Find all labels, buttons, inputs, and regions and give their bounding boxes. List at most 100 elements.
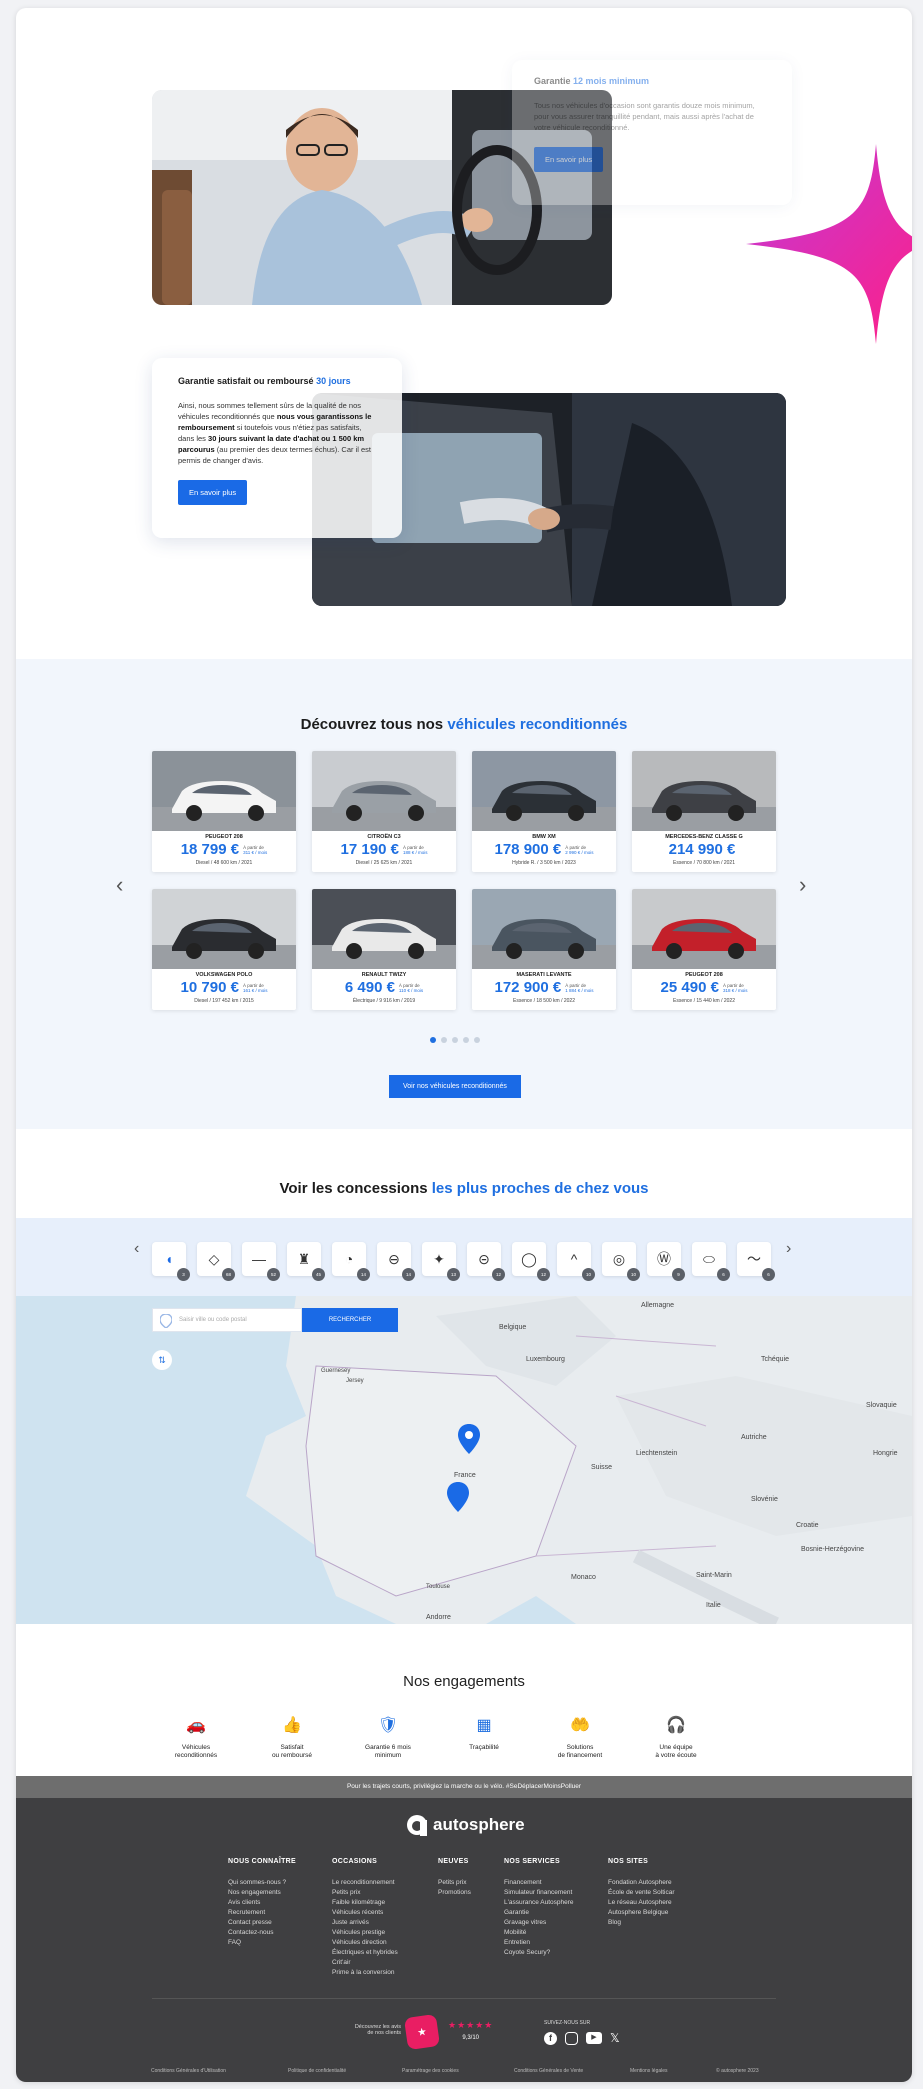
footer-link[interactable]: Autosphere Belgique bbox=[608, 1909, 674, 1917]
x-twitter-icon[interactable]: 𝕏 bbox=[610, 2032, 620, 2045]
brand-filter[interactable]: —52 bbox=[242, 1242, 280, 1281]
footer-link[interactable]: Véhicules récents bbox=[332, 1909, 398, 1917]
vehicle-card[interactable]: RENAULT TWIZY 6 490 € À partir de 110 € / m… bbox=[312, 889, 456, 1010]
concessions-map[interactable]: Allemagne Belgique Luxembourg Tchéquie S… bbox=[16, 1296, 912, 1624]
engagement-label: Une équipe à votre écoute bbox=[655, 1744, 697, 1759]
carousel-pagination bbox=[430, 1037, 480, 1043]
brand-filter[interactable]: ^ 10 bbox=[557, 1242, 595, 1281]
footer-link[interactable]: Recrutement bbox=[228, 1909, 296, 1917]
vehicle-photo bbox=[632, 889, 776, 969]
footer-link[interactable]: Véhicules prestige bbox=[332, 1929, 398, 1937]
footer-link[interactable]: Financement bbox=[504, 1879, 574, 1887]
footer-link[interactable]: Simulateur financement bbox=[504, 1889, 574, 1897]
brand-filter[interactable]: ◯ 12 bbox=[512, 1242, 550, 1281]
brand-filter[interactable]: ⬭ 6 bbox=[692, 1242, 730, 1281]
location-search-input[interactable]: Saisir ville ou code postal bbox=[152, 1308, 302, 1332]
toyota-logo-icon: ◎ bbox=[612, 1251, 626, 1267]
brand-filter[interactable]: 〜 6 bbox=[737, 1242, 775, 1281]
vehicle-card[interactable]: PEUGEOT 208 18 799 € À partir de 311 € / mo… bbox=[152, 751, 296, 872]
map-pin-icon[interactable] bbox=[458, 1424, 480, 1454]
vehicle-card[interactable]: BMW XM 178 900 € À partir de 2 990 € / mois… bbox=[472, 751, 616, 872]
legal-link[interactable]: Conditions Générales de Vente bbox=[514, 2068, 583, 2074]
legal-link[interactable]: © autosphere 2023 bbox=[716, 2068, 759, 2074]
footer-link[interactable]: L'assurance Autosphere bbox=[504, 1899, 574, 1907]
footer-link[interactable]: Électriques et hybrides bbox=[332, 1949, 398, 1957]
map-label-jersey: Jersey bbox=[346, 1378, 364, 1384]
guarantee-12-more-button[interactable]: En savoir plus bbox=[534, 147, 604, 172]
footer-link[interactable]: Gravage vitres bbox=[504, 1919, 574, 1927]
brand-filter[interactable]: ◖ 3 bbox=[152, 1242, 190, 1281]
footer-link[interactable]: Contact presse bbox=[228, 1919, 296, 1927]
legal-link[interactable]: Mentions légales bbox=[630, 2068, 668, 2074]
pagination-dot[interactable] bbox=[452, 1037, 458, 1043]
guarantee-30-more-button[interactable]: En savoir plus bbox=[178, 480, 248, 505]
vehicle-card[interactable]: MASERATI LEVANTE 172 900 € À partir de 1 88… bbox=[472, 889, 616, 1010]
see-vehicles-button[interactable]: Voir nos véhicules reconditionnés bbox=[389, 1075, 521, 1098]
brand-filter[interactable]: ◔ 14 bbox=[332, 1242, 370, 1281]
pagination-dot[interactable] bbox=[463, 1037, 469, 1043]
guarantee-12-text: Tous nos véhicules d'occasion sont garan… bbox=[534, 101, 755, 132]
brand-filter[interactable]: ◇ 68 bbox=[197, 1242, 235, 1281]
vehicle-details: Diesel / 48 600 km / 2021 bbox=[195, 860, 253, 866]
footer-link[interactable]: Mobilité bbox=[504, 1929, 574, 1937]
pagination-dot[interactable] bbox=[441, 1037, 447, 1043]
footer-link[interactable]: Véhicules direction bbox=[332, 1939, 398, 1947]
footer-link[interactable]: Petits prix bbox=[332, 1889, 398, 1897]
brand-filter[interactable]: ⊖ 14 bbox=[377, 1242, 415, 1281]
instagram-icon[interactable] bbox=[565, 2032, 578, 2045]
footer-logo[interactable]: autosphere bbox=[406, 1814, 525, 1836]
footer-link[interactable]: Nos engagements bbox=[228, 1889, 296, 1897]
footer-link[interactable]: Garantie bbox=[504, 1909, 574, 1917]
footer-link[interactable]: Prime à la conversion bbox=[332, 1969, 398, 1977]
brand-filter[interactable]: ✦ 13 bbox=[422, 1242, 460, 1281]
footer-link[interactable]: Entretien bbox=[504, 1939, 574, 1947]
brand-filter[interactable]: ⊝ 12 bbox=[467, 1242, 505, 1281]
footer-link[interactable]: Faible kilométrage bbox=[332, 1899, 398, 1907]
footer-link[interactable]: Crit'air bbox=[332, 1959, 398, 1967]
thumb-up-icon: 👍 bbox=[282, 1717, 302, 1734]
sliders-icon[interactable]: ⇅ bbox=[152, 1350, 172, 1370]
legal-link[interactable]: Paramétrage des cookies bbox=[402, 2068, 459, 2074]
footer-link[interactable]: Le reconditionnement bbox=[332, 1879, 398, 1887]
brand-filter[interactable]: ◎ 10 bbox=[602, 1242, 640, 1281]
footer-link[interactable]: Juste arrivés bbox=[332, 1919, 398, 1927]
footer-link[interactable]: Petits prix bbox=[438, 1879, 471, 1887]
brand-filter-bar: ‹ › ◖ 3 ◇ 68—52 ♜ 45 ◔ 14 ⊖ 14 ✦ 13 ⊝ 12 ◯ 12 ^ 10 ◎ 10 Ⓦ 9 ⬭ 6… bbox=[16, 1218, 912, 1296]
carousel-next-icon[interactable]: › bbox=[799, 872, 806, 898]
footer-link[interactable]: Promotions bbox=[438, 1889, 471, 1897]
footer-link[interactable]: Le réseau Autosphere bbox=[608, 1899, 674, 1907]
engagement-item: ▦ Traçabilité bbox=[429, 1714, 539, 1752]
footer-link[interactable]: Fondation Autosphere bbox=[608, 1879, 674, 1887]
map-pin-icon[interactable] bbox=[447, 1482, 469, 1512]
youtube-icon[interactable]: ▶ bbox=[586, 2032, 602, 2044]
footer-link[interactable]: Coyote Secury? bbox=[504, 1949, 574, 1957]
vehicle-card[interactable]: PEUGEOT 208 25 490 € À partir de 318 € / mo… bbox=[632, 889, 776, 1010]
map-label-italie: Italie bbox=[706, 1602, 721, 1609]
footer-link[interactable]: FAQ bbox=[228, 1939, 296, 1947]
reviews-logo[interactable]: ★ bbox=[403, 2013, 441, 2051]
pagination-dot[interactable] bbox=[430, 1037, 436, 1043]
brand-filter[interactable]: Ⓦ 9 bbox=[647, 1242, 685, 1281]
brands-prev-icon[interactable]: ‹ bbox=[134, 1240, 139, 1258]
engagement-item: 🛡 Garantie 6 mois minimum bbox=[333, 1714, 443, 1760]
search-button[interactable]: RECHERCHER bbox=[302, 1308, 398, 1332]
location-pin-icon bbox=[160, 1314, 172, 1328]
brands-next-icon[interactable]: › bbox=[786, 1240, 791, 1258]
carousel-prev-icon[interactable]: ‹ bbox=[116, 872, 123, 898]
brand-filter[interactable]: ♜ 45 bbox=[287, 1242, 325, 1281]
footer-link[interactable]: Qui sommes-nous ? bbox=[228, 1879, 296, 1887]
skoda-logo-icon: — bbox=[252, 1251, 266, 1267]
footer-link[interactable]: Blog bbox=[608, 1919, 674, 1927]
vehicle-card[interactable]: CITROËN C3 17 190 € À partir de 188 € / moi… bbox=[312, 751, 456, 872]
pagination-dot[interactable] bbox=[474, 1037, 480, 1043]
legal-link[interactable]: Conditions Générales d'Utilisation bbox=[151, 2068, 226, 2074]
vehicle-card[interactable]: VOLKSWAGEN POLO 10 790 € À partir de 161 € … bbox=[152, 889, 296, 1010]
vehicle-photo bbox=[152, 889, 296, 969]
facebook-icon[interactable]: f bbox=[544, 2032, 557, 2045]
legal-link[interactable]: Politique de confidentialité bbox=[288, 2068, 346, 2074]
footer-link[interactable]: Contactez-nous bbox=[228, 1929, 296, 1937]
vehicle-pricing: 25 490 € À partir de 318 € / mois bbox=[632, 979, 776, 996]
footer-link[interactable]: Avis clients bbox=[228, 1899, 296, 1907]
footer-link[interactable]: École de vente Solticar bbox=[608, 1889, 674, 1897]
vehicle-card[interactable]: MERCEDES-BENZ CLASSE G 214 990 € Essence /… bbox=[632, 751, 776, 872]
